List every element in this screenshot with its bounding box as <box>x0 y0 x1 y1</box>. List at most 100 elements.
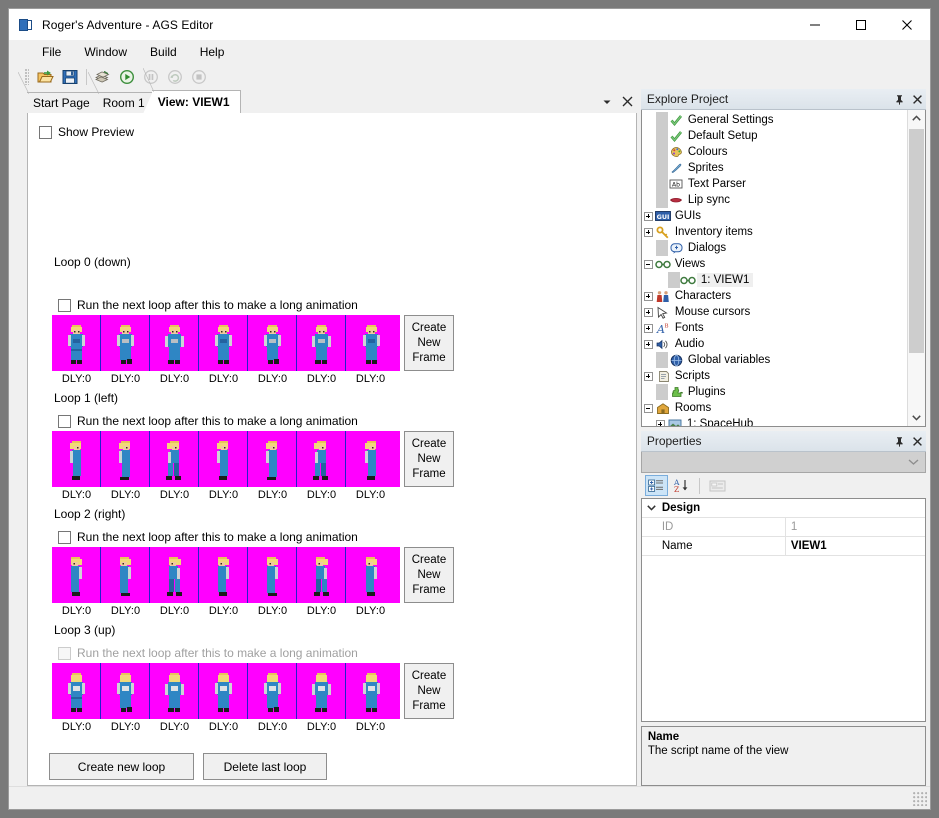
create-new-frame-button[interactable]: Create New Frame <box>404 547 454 603</box>
project-tree-scrollbar[interactable] <box>907 110 925 426</box>
save-icon[interactable] <box>58 66 81 88</box>
create-new-frame-button[interactable]: Create New Frame <box>404 663 454 719</box>
frame-cell[interactable] <box>52 663 101 719</box>
frame-cell[interactable] <box>52 315 101 371</box>
run-icon[interactable] <box>115 66 138 88</box>
tree-item-plugins[interactable]: Plugins <box>642 384 907 400</box>
frame-cell[interactable] <box>199 663 248 719</box>
frame-cell[interactable] <box>199 547 248 603</box>
frame-cell[interactable] <box>150 315 199 371</box>
expand-toggle[interactable] <box>643 307 653 317</box>
tree-item-guis[interactable]: GUI GUIs <box>642 208 907 224</box>
frame-cell[interactable] <box>248 315 297 371</box>
frame-cell[interactable] <box>346 315 395 371</box>
tree-item-view1[interactable]: 1: VIEW1 <box>642 272 907 288</box>
pin-icon[interactable] <box>890 90 908 108</box>
frame-cell[interactable] <box>248 431 297 487</box>
show-preview-checkbox[interactable]: Show Preview <box>39 125 134 139</box>
tree-item-general-settings[interactable]: General Settings <box>642 112 907 128</box>
tree-item-lip-sync[interactable]: Lip sync <box>642 192 907 208</box>
expand-toggle[interactable] <box>655 419 665 426</box>
chevron-down-icon[interactable] <box>908 453 919 471</box>
collapse-toggle[interactable] <box>643 259 653 269</box>
object-selector-dropdown[interactable] <box>640 452 926 473</box>
tab-view-view1[interactable]: View: VIEW1 <box>142 68 241 114</box>
frame-cell[interactable] <box>248 663 297 719</box>
chevron-down-icon[interactable] <box>908 409 925 426</box>
expand-toggle[interactable] <box>643 291 653 301</box>
run-next-loop-checkbox[interactable]: Run the next loop after this to make a l… <box>58 414 358 428</box>
open-project-icon[interactable] <box>34 66 57 88</box>
frame-cell[interactable] <box>346 547 395 603</box>
alphabetical-sort-button[interactable]: A Z <box>670 475 693 496</box>
frame-cell[interactable] <box>101 663 150 719</box>
create-new-frame-button[interactable]: Create New Frame <box>404 431 454 487</box>
categorized-view-button[interactable] <box>644 475 668 496</box>
property-row[interactable]: ID 1 <box>641 518 925 537</box>
tree-item-views[interactable]: Views <box>642 256 907 272</box>
menu-item-window[interactable]: Window <box>75 42 136 62</box>
expand-toggle[interactable] <box>643 339 653 349</box>
tree-item-audio[interactable]: Audio <box>642 336 907 352</box>
property-value[interactable]: VIEW1 <box>786 537 925 555</box>
project-tree[interactable]: General Settings Default Setup Colours S… <box>640 110 926 427</box>
create-new-frame-button[interactable]: Create New Frame <box>404 315 454 371</box>
chevron-down-icon[interactable] <box>602 94 612 112</box>
run-next-loop-checkbox[interactable]: Run the next loop after this to make a l… <box>58 530 358 544</box>
expand-toggle[interactable] <box>643 227 653 237</box>
close-icon[interactable] <box>884 9 930 40</box>
menu-item-build[interactable]: Build <box>141 42 186 62</box>
frame-cell[interactable] <box>101 315 150 371</box>
tree-item-global-variables[interactable]: Global variables <box>642 352 907 368</box>
close-icon[interactable] <box>908 432 926 450</box>
frame-cell[interactable] <box>297 663 346 719</box>
frame-cell[interactable] <box>101 547 150 603</box>
create-new-loop-button[interactable]: Create new loop <box>49 753 194 780</box>
frame-cell[interactable] <box>248 547 297 603</box>
property-category-design[interactable]: Design <box>641 499 925 518</box>
tree-item-text-parser[interactable]: Ab Text Parser <box>642 176 907 192</box>
tree-item-mouse-cursors[interactable]: Mouse cursors <box>642 304 907 320</box>
tree-item-characters[interactable]: Characters <box>642 288 907 304</box>
expand-toggle[interactable] <box>643 211 653 221</box>
frame-cell[interactable] <box>52 431 101 487</box>
maximize-icon[interactable] <box>838 9 884 40</box>
frame-cell[interactable] <box>297 547 346 603</box>
delete-last-loop-button[interactable]: Delete last loop <box>203 753 327 780</box>
frame-cell[interactable] <box>199 315 248 371</box>
tree-item-default-setup[interactable]: Default Setup <box>642 128 907 144</box>
menu-item-help[interactable]: Help <box>191 42 234 62</box>
run-next-loop-checkbox[interactable]: Run the next loop after this to make a l… <box>58 298 358 312</box>
expand-toggle[interactable] <box>643 323 653 333</box>
scrollbar-thumb[interactable] <box>909 129 924 353</box>
frame-cell[interactable] <box>150 663 199 719</box>
tree-item-fonts[interactable]: AB Fonts <box>642 320 907 336</box>
scrollbar-track[interactable] <box>908 127 925 409</box>
expand-toggle[interactable] <box>643 371 653 381</box>
frame-cell[interactable] <box>101 431 150 487</box>
tree-item-colours[interactable]: Colours <box>642 144 907 160</box>
chevron-up-icon[interactable] <box>908 110 925 127</box>
resize-grip[interactable] <box>913 792 927 806</box>
tree-item-dialogs[interactable]: Dialogs <box>642 240 907 256</box>
tree-item-rooms[interactable]: Rooms <box>642 400 907 416</box>
tree-item-sprites[interactable]: Sprites <box>642 160 907 176</box>
frame-cell[interactable] <box>52 547 101 603</box>
frame-cell[interactable] <box>199 431 248 487</box>
frame-cell[interactable] <box>297 315 346 371</box>
property-grid[interactable]: Design ID 1 Name VIEW1 <box>640 498 926 722</box>
collapse-toggle[interactable] <box>643 403 653 413</box>
close-icon[interactable] <box>908 90 926 108</box>
menu-item-file[interactable]: File <box>33 42 70 62</box>
frame-cell[interactable] <box>346 431 395 487</box>
frame-cell[interactable] <box>346 663 395 719</box>
minimize-icon[interactable] <box>792 9 838 40</box>
tree-item-spacehub[interactable]: 1: SpaceHub <box>642 416 907 426</box>
chevron-down-icon[interactable] <box>642 503 662 513</box>
tree-item-inventory-items[interactable]: Inventory items <box>642 224 907 240</box>
frame-cell[interactable] <box>150 431 199 487</box>
frame-cell[interactable] <box>150 547 199 603</box>
close-icon[interactable] <box>622 94 633 112</box>
tree-item-scripts[interactable]: Scripts <box>642 368 907 384</box>
frame-cell[interactable] <box>297 431 346 487</box>
